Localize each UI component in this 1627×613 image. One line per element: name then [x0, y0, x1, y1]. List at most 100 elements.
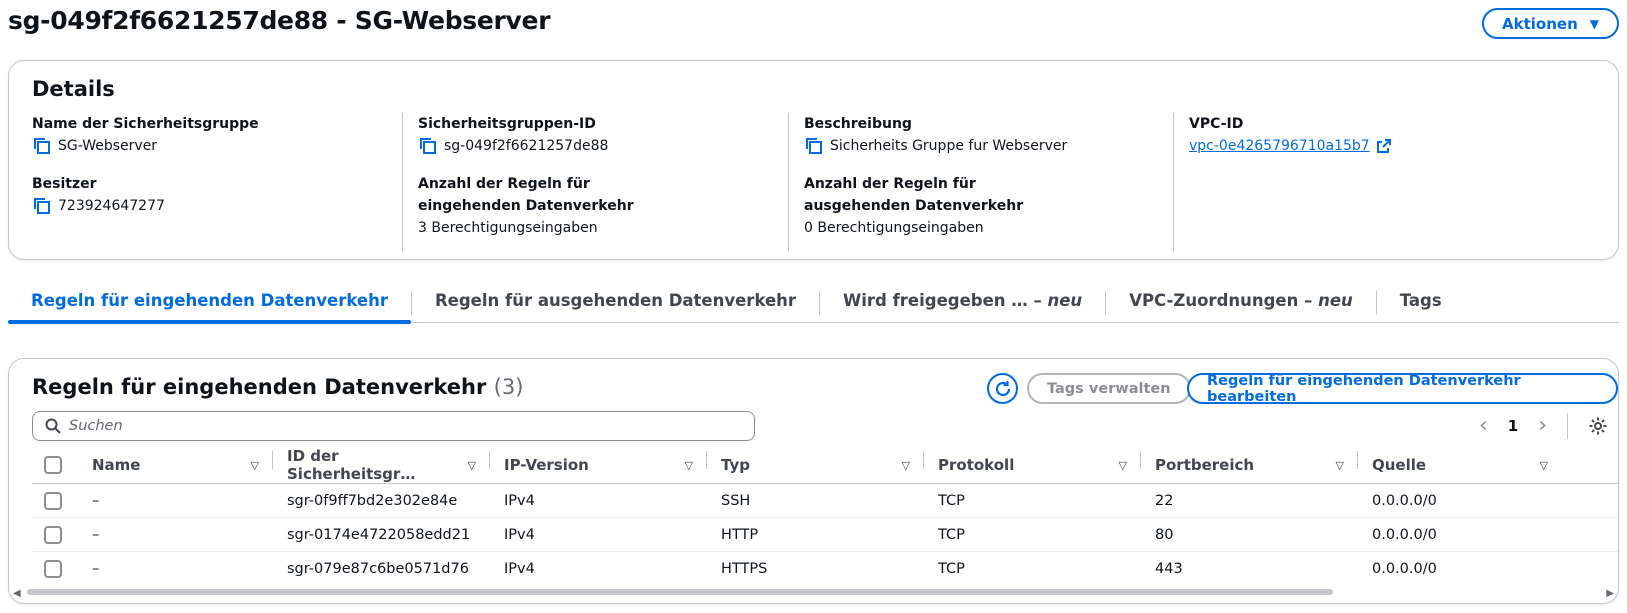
- sort-caret-icon: ▽: [250, 458, 259, 472]
- cell-name: –: [78, 483, 273, 518]
- new-badge: neu: [1047, 291, 1083, 310]
- new-badge: neu: [1318, 291, 1353, 310]
- cell-rule-id: sgr-079e87c6be0571d76: [287, 560, 469, 577]
- copy-icon[interactable]: [32, 136, 52, 156]
- tab-inbound-rules[interactable]: Regeln für eingehenden Datenverkehr: [8, 283, 411, 324]
- actions-button[interactable]: Aktionen ▼: [1482, 8, 1619, 39]
- column-header-source[interactable]: Quelle ▽: [1358, 447, 1618, 484]
- page-title: sg-049f2f6621257de88 - SG-Webserver: [8, 6, 551, 35]
- cell-rule-id: sgr-0174e4722058edd21: [273, 517, 490, 552]
- name-label: Name der Sicherheitsgruppe: [32, 116, 259, 132]
- search-field[interactable]: [32, 411, 755, 441]
- scroll-left-icon[interactable]: ◀: [13, 588, 21, 599]
- copy-icon[interactable]: [418, 136, 438, 156]
- search-input[interactable]: [69, 418, 729, 434]
- pagination: ‹ 1 ›: [1479, 411, 1608, 441]
- details-column-4: VPC-ID vpc-0e4265796710a15b7: [1173, 113, 1549, 251]
- tab-sharing[interactable]: Wird freigegeben … – neu: [820, 283, 1105, 323]
- cell-protocol: TCP: [924, 483, 1141, 518]
- details-column-2: Sicherheitsgruppen-ID sg-049f2f6621257de…: [402, 113, 778, 255]
- cell-ip-version: IPv4: [504, 560, 535, 577]
- cell-type: SSH: [707, 483, 924, 518]
- row-checkbox[interactable]: [44, 525, 62, 544]
- pager-divider: [1567, 413, 1568, 439]
- outbound-count-label: Anzahl der Regeln für ausgehenden Datenv…: [804, 176, 1024, 214]
- cell-port-range: 22: [1141, 483, 1358, 518]
- column-header-type[interactable]: Typ ▽: [707, 447, 924, 484]
- cell-name: –: [78, 517, 273, 552]
- cell-source: 0.0.0.0/0: [1372, 560, 1437, 577]
- cell-protocol: TCP: [924, 517, 1141, 552]
- external-link-icon[interactable]: [1376, 138, 1392, 154]
- tab-outbound-rules[interactable]: Regeln für ausgehenden Datenverkehr: [412, 283, 819, 323]
- outbound-count-value: 0 Berechtigungseingaben: [804, 220, 984, 236]
- page-number[interactable]: 1: [1508, 417, 1518, 435]
- inbound-count-value: 3 Berechtigungseingaben: [418, 220, 598, 236]
- column-header-protocol[interactable]: Protokoll ▽: [924, 447, 1141, 484]
- tab-bar: Regeln für eingehenden Datenverkehr Rege…: [8, 283, 1619, 324]
- cell-port-range: 443: [1155, 560, 1183, 577]
- sort-caret-icon: ▽: [684, 458, 693, 472]
- sort-caret-icon: ▽: [467, 458, 476, 472]
- details-column-3: Beschreibung Sicherheits Gruppe fur Webs…: [788, 113, 1164, 255]
- previous-page-icon[interactable]: ‹: [1479, 415, 1488, 437]
- cell-source: 0.0.0.0/0: [1358, 517, 1618, 552]
- vpc-id-link[interactable]: vpc-0e4265796710a15b7: [1189, 135, 1370, 157]
- cell-name: –: [92, 560, 100, 577]
- row-checkbox[interactable]: [44, 491, 62, 510]
- column-header-ip-version[interactable]: IP-Version ▽: [490, 447, 707, 484]
- search-icon: [45, 418, 61, 434]
- copy-icon[interactable]: [804, 136, 824, 156]
- column-header-rule-id[interactable]: ID der Sicherheitsgr… ▽: [273, 447, 490, 484]
- details-panel: Details Name der Sicherheitsgruppe SG-We…: [8, 60, 1619, 260]
- tab-tags[interactable]: Tags: [1377, 283, 1465, 323]
- page-header: sg-049f2f6621257de88 - SG-Webserver Akti…: [8, 0, 1619, 48]
- table-row[interactable]: – sgr-0174e4722058edd21 IPv4 HTTP TCP 80…: [32, 517, 1618, 552]
- cell-type: HTTPS: [721, 560, 768, 577]
- owner-value: 723924647277: [58, 198, 165, 214]
- owner-label: Besitzer: [32, 176, 97, 192]
- details-title: Details: [32, 77, 115, 101]
- rules-table: Name ▽ ID der Sicherheitsgr… ▽ IP-Version ▽…: [32, 447, 1618, 586]
- table-row[interactable]: – sgr-0f9ff7bd2e302e84e IPv4 SSH TCP 22 …: [32, 483, 1618, 518]
- edit-inbound-rules-button[interactable]: Regeln für eingehenden Datenverkehr bear…: [1187, 373, 1618, 405]
- caret-down-icon: ▼: [1589, 16, 1599, 31]
- inbound-count-label: Anzahl der Regeln für eingehenden Datenv…: [418, 176, 634, 214]
- table-header-row: Name ▽ ID der Sicherheitsgr… ▽ IP-Version ▽…: [32, 447, 1618, 484]
- tab-vpc-associations[interactable]: VPC-Zuordnungen – neu: [1106, 283, 1376, 323]
- sort-caret-icon: ▽: [1335, 458, 1344, 472]
- sort-caret-icon: ▽: [1539, 458, 1548, 472]
- horizontal-scrollbar[interactable]: [27, 589, 1333, 595]
- row-checkbox[interactable]: [44, 559, 62, 578]
- cell-ip-version: IPv4: [490, 483, 707, 518]
- sg-id-value: sg-049f2f6621257de88: [444, 138, 609, 154]
- next-page-icon[interactable]: ›: [1538, 415, 1547, 437]
- cell-rule-id: sgr-0f9ff7bd2e302e84e: [273, 483, 490, 518]
- description-label: Beschreibung: [804, 116, 912, 132]
- description-value: Sicherheits Gruppe fur Webserver: [830, 138, 1068, 154]
- copy-icon[interactable]: [32, 196, 52, 216]
- sg-id-label: Sicherheitsgruppen-ID: [418, 116, 596, 132]
- table-row[interactable]: – sgr-079e87c6be0571d76 IPv4 HTTPS TCP 4…: [32, 552, 1618, 586]
- refresh-icon: [995, 380, 1010, 396]
- column-header-name[interactable]: Name ▽: [78, 447, 273, 484]
- manage-tags-button[interactable]: Tags verwalten: [1027, 373, 1191, 404]
- cell-ip-version: IPv4: [490, 517, 707, 552]
- cell-protocol: TCP: [938, 560, 965, 577]
- rules-title-text: Regeln für eingehenden Datenverkehr: [32, 375, 487, 399]
- gear-icon[interactable]: [1588, 416, 1608, 436]
- inbound-rules-panel: Regeln für eingehenden Datenverkehr (3) …: [8, 358, 1619, 604]
- select-all-checkbox[interactable]: [44, 456, 62, 475]
- actions-button-label: Aktionen: [1502, 14, 1578, 33]
- rules-title: Regeln für eingehenden Datenverkehr (3): [32, 375, 523, 399]
- cell-port-range: 80: [1141, 517, 1358, 552]
- sort-caret-icon: ▽: [1118, 458, 1127, 472]
- cell-source: 0.0.0.0/0: [1358, 483, 1618, 518]
- details-column-1: Name der Sicherheitsgruppe SG-Webserver …: [32, 113, 392, 233]
- name-value: SG-Webserver: [58, 138, 158, 154]
- cell-type: HTTP: [707, 517, 924, 552]
- scroll-right-icon[interactable]: ▶: [1606, 588, 1614, 599]
- vpc-id-label: VPC-ID: [1189, 116, 1244, 132]
- refresh-button[interactable]: [987, 373, 1018, 404]
- column-header-port-range[interactable]: Portbereich ▽: [1141, 447, 1358, 484]
